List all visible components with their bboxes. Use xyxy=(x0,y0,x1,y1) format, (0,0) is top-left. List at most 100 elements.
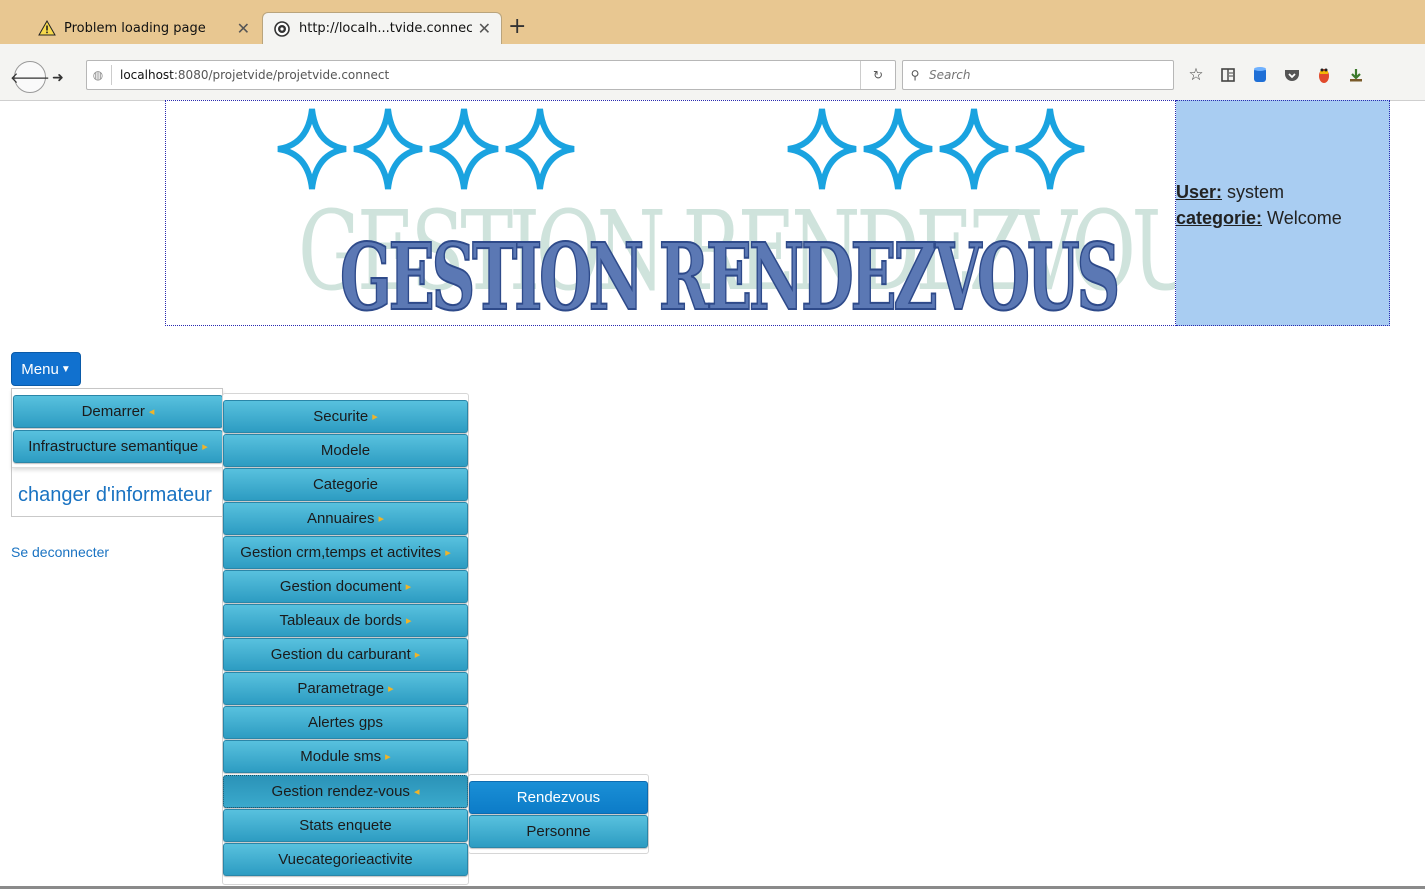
submenu-item-label: Annuaires xyxy=(306,510,375,527)
user-value: system xyxy=(1227,182,1285,202)
toolbar-icons: ☆ xyxy=(1180,62,1372,88)
submenu-item-label: Parametrage xyxy=(297,680,385,697)
warning-icon xyxy=(38,19,56,37)
star-icon xyxy=(505,108,575,190)
submenu-item-label: Gestion rendez-vous xyxy=(271,783,410,800)
arrow-right-icon: ▸ xyxy=(445,547,451,559)
arrow-right-icon: ▸ xyxy=(405,581,412,593)
submenu-item-label: Stats enquete xyxy=(299,817,392,834)
submenu2-item-label: Rendezvous xyxy=(516,789,601,806)
submenu-item-gestion-crm[interactable]: Gestion crm,temps et activites ▸ xyxy=(223,536,468,569)
url-path: :8080/projetvide/projetvide.connect xyxy=(173,68,390,82)
category-label: categorie: xyxy=(1176,208,1263,228)
arrow-right-icon: ▸ xyxy=(372,411,378,423)
submenu-item-parametrage[interactable]: Parametrage ▸ xyxy=(223,672,468,705)
reading-list-icon[interactable] xyxy=(1212,62,1244,88)
submenu-item-label: Alertes gps xyxy=(307,714,384,731)
reload-icon[interactable]: ↻ xyxy=(860,61,895,89)
arrow-right-icon: ▸ xyxy=(378,513,385,525)
navigation-toolbar: 🡐 ➜ ◍ localhost:8080/projetvide/projetvi… xyxy=(0,44,1425,101)
submenu-item-label: Modele xyxy=(320,442,371,459)
close-icon[interactable]: ✕ xyxy=(478,19,491,38)
divider xyxy=(111,65,112,85)
download-icon[interactable] xyxy=(1340,62,1372,88)
user-info-panel: User: system categorie: Welcome xyxy=(1176,100,1390,326)
tab-strip: Problem loading page ✕ http://localh...t… xyxy=(0,0,1425,44)
search-bar[interactable]: ⚲ xyxy=(902,60,1174,90)
submenu-item-annuaires[interactable]: Annuaires ▸ xyxy=(223,502,468,535)
user-label: User: xyxy=(1176,182,1223,202)
menu-item-demarrer[interactable]: Demarrer ◂ xyxy=(13,395,223,428)
new-tab-button[interactable]: + xyxy=(508,14,526,40)
tab-title: Problem loading page xyxy=(64,20,206,36)
star-icon xyxy=(353,108,423,190)
arrow-right-icon: ▸ xyxy=(388,683,394,695)
submenu-item-label: Gestion crm,temps et activites xyxy=(240,544,442,561)
submenu-item-gestion-document[interactable]: Gestion document ▸ xyxy=(223,570,468,603)
close-icon[interactable]: ✕ xyxy=(237,19,250,38)
submenu-item-gestion-rendez-vous[interactable]: Gestion rendez-vous ◂ xyxy=(223,775,468,808)
submenu-item-tableaux-de-bords[interactable]: Tableaux de bords ▸ xyxy=(223,604,468,637)
user-row: User: system xyxy=(1176,179,1389,205)
submenu2-item-rendezvous[interactable]: Rendezvous xyxy=(469,781,648,814)
menu-item-label: Demarrer xyxy=(81,403,145,420)
star-icon xyxy=(863,108,933,190)
submenu-item-label: Module sms xyxy=(300,748,382,765)
category-row: categorie: Welcome xyxy=(1176,205,1389,231)
firebug-icon[interactable] xyxy=(1308,62,1340,88)
tab-localhost[interactable]: http://localh...tvide.connect ✕ xyxy=(262,12,502,44)
arrow-right-icon: ▸ xyxy=(406,615,412,627)
pocket-icon[interactable] xyxy=(1276,62,1308,88)
submenu-item-label: Gestion du carburant xyxy=(270,646,411,663)
tab-title: http://localh...tvide.connect xyxy=(299,21,472,36)
submenu-item-module-sms[interactable]: Module sms ▸ xyxy=(223,740,468,773)
back-arrow-icon[interactable]: 🡐 xyxy=(10,61,50,93)
submenu-item-securite[interactable]: Securite ▸ xyxy=(223,400,468,433)
menu-button-label: Menu xyxy=(21,360,59,378)
caret-down-icon: ▼ xyxy=(60,363,71,375)
tor-onion-icon xyxy=(273,20,291,38)
star-icon xyxy=(277,108,347,190)
submenu2-item-label: Personne xyxy=(526,823,591,840)
star-group-left xyxy=(274,105,578,193)
search-input[interactable] xyxy=(927,67,1161,83)
submenu-item-gestion-carburant[interactable]: Gestion du carburant ▸ xyxy=(223,638,468,671)
arrow-right-icon: ▸ xyxy=(202,441,208,453)
star-icon xyxy=(939,108,1009,190)
database-icon[interactable] xyxy=(1244,62,1276,88)
submenu-item-label: Securite xyxy=(313,408,369,425)
bookmark-star-icon[interactable]: ☆ xyxy=(1180,62,1212,88)
submenu-item-alertes-gps[interactable]: Alertes gps xyxy=(223,706,468,739)
submenu-item-label: Gestion document xyxy=(279,578,402,595)
submenu2-item-personne[interactable]: Personne xyxy=(469,815,648,848)
submenu-item-modele[interactable]: Modele xyxy=(223,434,468,467)
url-bar[interactable]: ◍ localhost:8080/projetvide/projetvide.c… xyxy=(86,60,896,90)
arrow-right-icon: ▸ xyxy=(414,649,421,661)
forward-arrow-icon[interactable]: ➜ xyxy=(52,69,64,86)
arrow-right-icon: ▸ xyxy=(385,751,391,763)
tab-problem-loading[interactable]: Problem loading page ✕ xyxy=(28,12,260,44)
star-group-right xyxy=(784,105,1088,193)
header-banner: GESTION RENDEZVOUS GESTION RENDEZVOUS xyxy=(165,100,1176,326)
search-icon: ⚲ xyxy=(910,68,920,82)
logout-link[interactable]: Se deconnecter xyxy=(11,544,109,560)
menu-item-infrastructure-semantique[interactable]: Infrastructure semantique ▸ xyxy=(13,430,223,463)
submenu-item-stats-enquete[interactable]: Stats enquete xyxy=(223,809,468,842)
submenu-item-vuecategorieactivite[interactable]: Vuecategorieactivite xyxy=(223,843,468,876)
history-buttons: 🡐 ➜ xyxy=(10,61,88,93)
globe-icon: ◍ xyxy=(92,68,104,82)
submenu-item-categorie[interactable]: Categorie xyxy=(223,468,468,501)
change-informateur-link[interactable]: changer d'informateur xyxy=(18,484,212,507)
menu-button[interactable]: Menu ▼ xyxy=(11,352,81,386)
star-icon xyxy=(1015,108,1085,190)
submenu-item-label: Vuecategorieactivite xyxy=(278,851,413,868)
category-value: Welcome xyxy=(1267,208,1342,228)
url-host: localhost xyxy=(120,68,174,82)
banner-title: GESTION RENDEZVOUS xyxy=(339,223,1121,326)
menu-item-label: Infrastructure semantique xyxy=(28,438,199,455)
arrow-left-icon: ◂ xyxy=(413,786,420,798)
submenu-item-label: Categorie xyxy=(312,476,379,493)
submenu-item-label: Tableaux de bords xyxy=(279,612,403,629)
arrow-left-icon: ◂ xyxy=(148,406,155,418)
star-icon xyxy=(787,108,857,190)
